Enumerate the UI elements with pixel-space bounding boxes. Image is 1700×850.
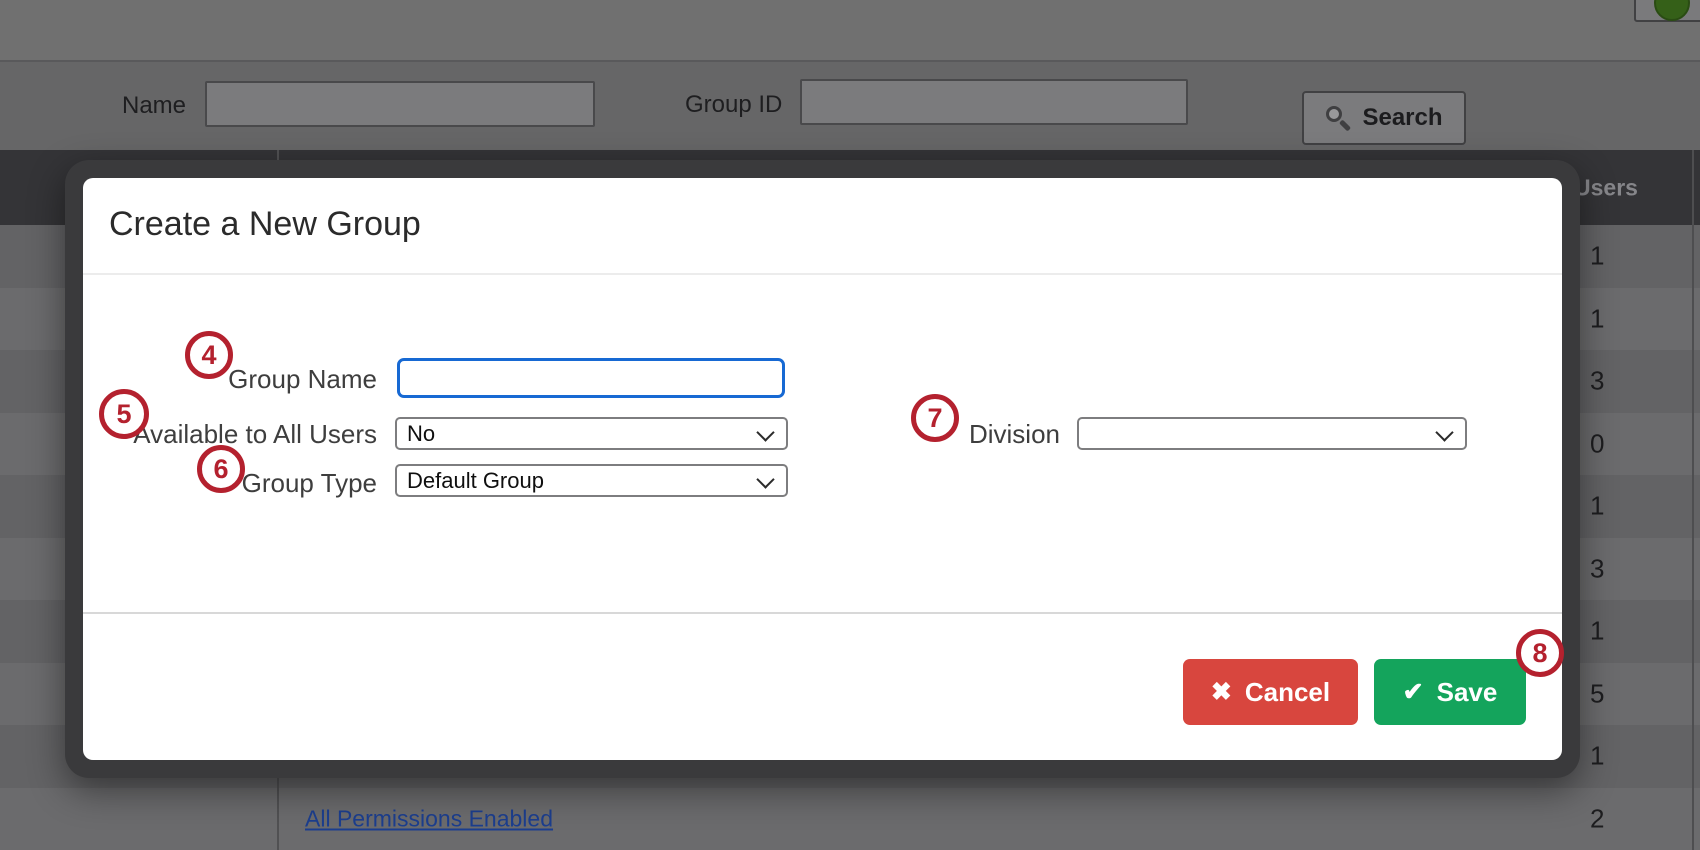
chevron-down-icon: [756, 423, 774, 441]
group-type-value: Default Group: [407, 468, 544, 494]
users-count: 3: [1590, 366, 1604, 397]
table-row: All Permissions Enabled 2: [0, 788, 1700, 850]
users-count: 1: [1590, 491, 1604, 522]
modal-header-divider: [83, 273, 1562, 275]
annotation-badge-5: 5: [99, 389, 149, 439]
search-icon: [1325, 105, 1351, 131]
group-type-select[interactable]: Default Group: [395, 464, 788, 497]
users-count: 1: [1590, 241, 1604, 272]
group-id-search-input[interactable]: [800, 79, 1188, 125]
annotation-badge-7: 7: [911, 394, 959, 442]
available-to-all-users-value: No: [407, 421, 435, 447]
available-to-all-users-select[interactable]: No: [395, 417, 788, 450]
annotation-badge-6: 6: [197, 445, 245, 493]
name-label: Name: [122, 92, 186, 120]
chevron-down-icon: [1435, 423, 1453, 441]
screen: Name Group ID Search Users 1 1 3 0: [0, 0, 1700, 850]
cancel-button[interactable]: ✖ Cancel: [1183, 659, 1358, 725]
search-button[interactable]: Search: [1302, 91, 1466, 145]
users-count: 1: [1590, 303, 1604, 334]
group-name-input[interactable]: [397, 358, 785, 398]
annotation-badge-4: 4: [185, 331, 233, 379]
modal-title: Create a New Group: [109, 205, 421, 244]
create-group-modal: Create a New Group Group Name Available …: [65, 160, 1580, 778]
create-group-modal-content: Create a New Group Group Name Available …: [83, 178, 1562, 760]
users-count: 5: [1590, 678, 1604, 709]
users-count: 1: [1590, 616, 1604, 647]
table-column-divider: [1692, 150, 1694, 850]
division-select[interactable]: [1077, 417, 1467, 450]
users-column-header: Users: [1574, 174, 1638, 201]
users-count: 1: [1590, 741, 1604, 772]
all-permissions-enabled-link[interactable]: All Permissions Enabled: [305, 805, 553, 832]
users-count: 3: [1590, 553, 1604, 584]
cancel-button-label: Cancel: [1245, 677, 1330, 708]
group-id-label: Group ID: [685, 91, 782, 119]
save-check-icon: ✔: [1403, 677, 1424, 707]
name-search-input[interactable]: [205, 81, 595, 127]
users-count: 2: [1590, 803, 1604, 834]
search-button-label: Search: [1362, 104, 1442, 132]
save-button-label: Save: [1437, 677, 1498, 708]
users-count: 0: [1590, 428, 1604, 459]
page-top-strip: [0, 0, 1700, 60]
add-icon: [1654, 0, 1690, 21]
annotation-badge-8: 8: [1516, 629, 1564, 677]
chevron-down-icon: [756, 470, 774, 488]
create-group-toolbar-button[interactable]: [1634, 0, 1700, 22]
save-button[interactable]: ✔ Save: [1374, 659, 1526, 725]
cancel-x-icon: ✖: [1211, 677, 1232, 707]
group-search-panel: Name Group ID Search: [0, 60, 1700, 150]
modal-footer-divider: [83, 612, 1562, 614]
